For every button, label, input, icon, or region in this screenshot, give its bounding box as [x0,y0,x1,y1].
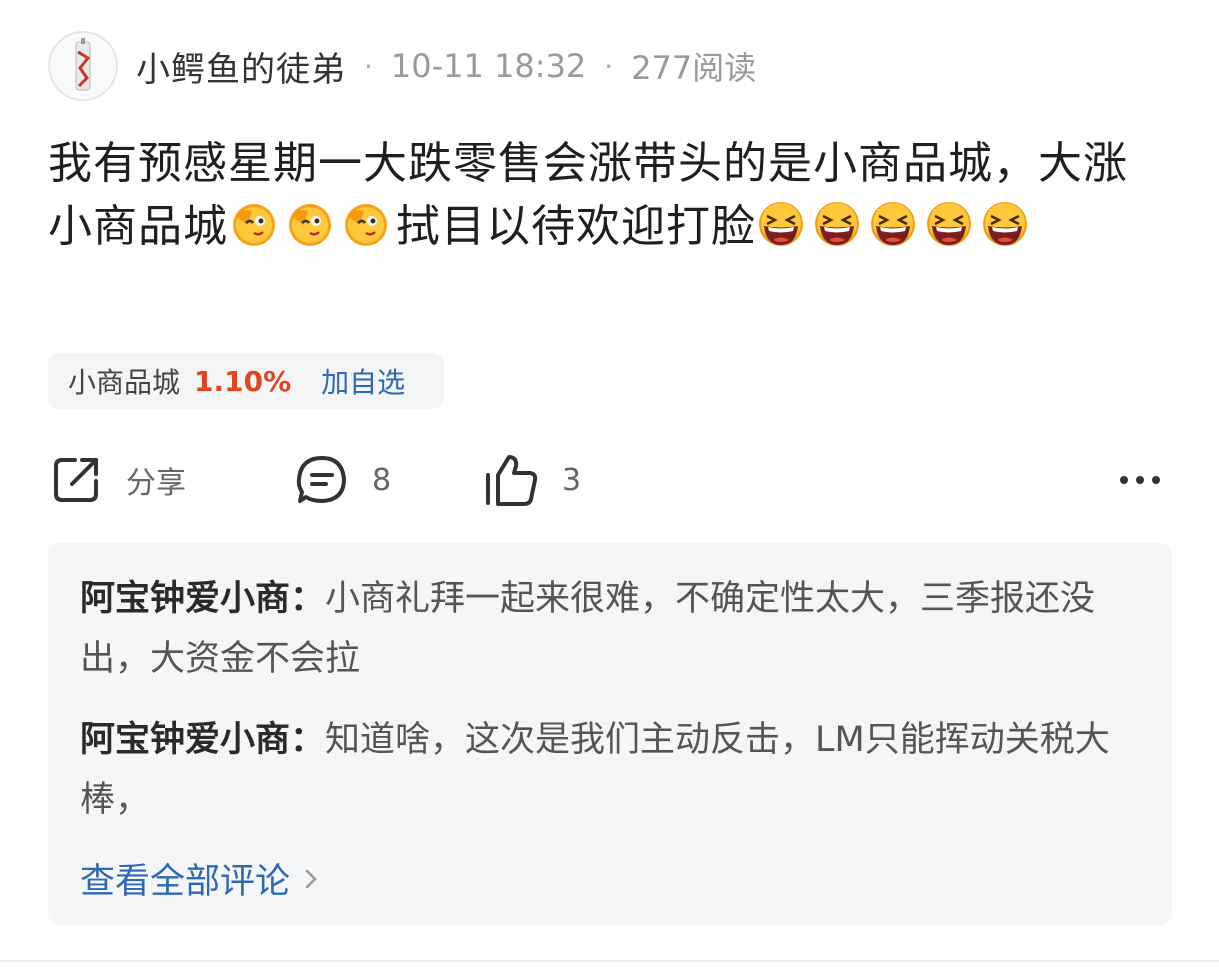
comment-item[interactable]: 阿宝钟爱小商：小商礼拜一起来很难，不确定性太大，三季报还没出，大资金不会拉 [80,569,1150,689]
comment-icon [296,456,346,503]
thumbs-up-icon [486,455,538,506]
laughing-face-emoji [871,202,915,246]
action-bar: 分享 8 3 [48,450,1168,510]
wink-face-emoji [345,204,387,246]
divider [0,960,1219,962]
comment-author[interactable]: 阿宝钟爱小商： [80,720,325,760]
wink-face-emoji [233,204,275,246]
post-datetime: 10-11 18:32 [390,47,587,85]
comment-button[interactable]: 8 [294,450,391,510]
like-count: 3 [562,462,582,498]
post-text: 我有预感星期一大跌零售会涨带头的是小商品城，大涨小商品城 拭目以待欢迎打脸 [48,132,1158,258]
like-button[interactable]: 3 [482,450,581,510]
share-icon [54,458,98,502]
avatar[interactable] [48,31,118,101]
chevron-right-icon [305,869,317,888]
more-icon [1120,476,1160,484]
add-watchlist-button[interactable]: 加自选 [321,361,405,401]
laughing-face-emoji [927,202,971,246]
laughing-face-emoji [759,202,803,246]
share-button[interactable]: 分享 [48,450,186,510]
laughing-face-emoji [815,202,859,246]
avatar-image [75,38,91,91]
comment-count: 8 [372,462,392,498]
comment-author[interactable]: 阿宝钟爱小商： [80,579,325,619]
comment-item[interactable]: 阿宝钟爱小商：知道啥，这次是我们主动反击，LM只能挥动关税大棒， [80,710,1150,830]
separator-dot: · [364,49,373,83]
view-all-comments-link[interactable]: 查看全部评论 [80,853,322,904]
read-count: 277阅读 [631,49,757,87]
stock-name[interactable]: 小商品城 [68,361,180,401]
author-name[interactable]: 小鳄鱼的徒弟 [136,42,346,91]
separator-dot: · [604,49,614,83]
stock-change: 1.10% [194,364,292,398]
more-button[interactable] [1116,450,1164,510]
post-text-part2: 拭目以待欢迎打脸 [396,201,756,252]
wink-face-emoji [289,204,331,246]
laughing-face-emoji [983,202,1027,246]
stock-tag[interactable]: 小商品城 1.10% 加自选 [48,353,444,409]
share-label: 分享 [126,466,186,501]
post-header: 小鳄鱼的徒弟 · 10-11 18:32 · 277阅读 [48,28,756,104]
comments-panel: 阿宝钟爱小商：小商礼拜一起来很难，不确定性太大，三季报还没出，大资金不会拉 阿宝… [48,543,1172,925]
view-all-label: 查看全部评论 [80,862,291,902]
